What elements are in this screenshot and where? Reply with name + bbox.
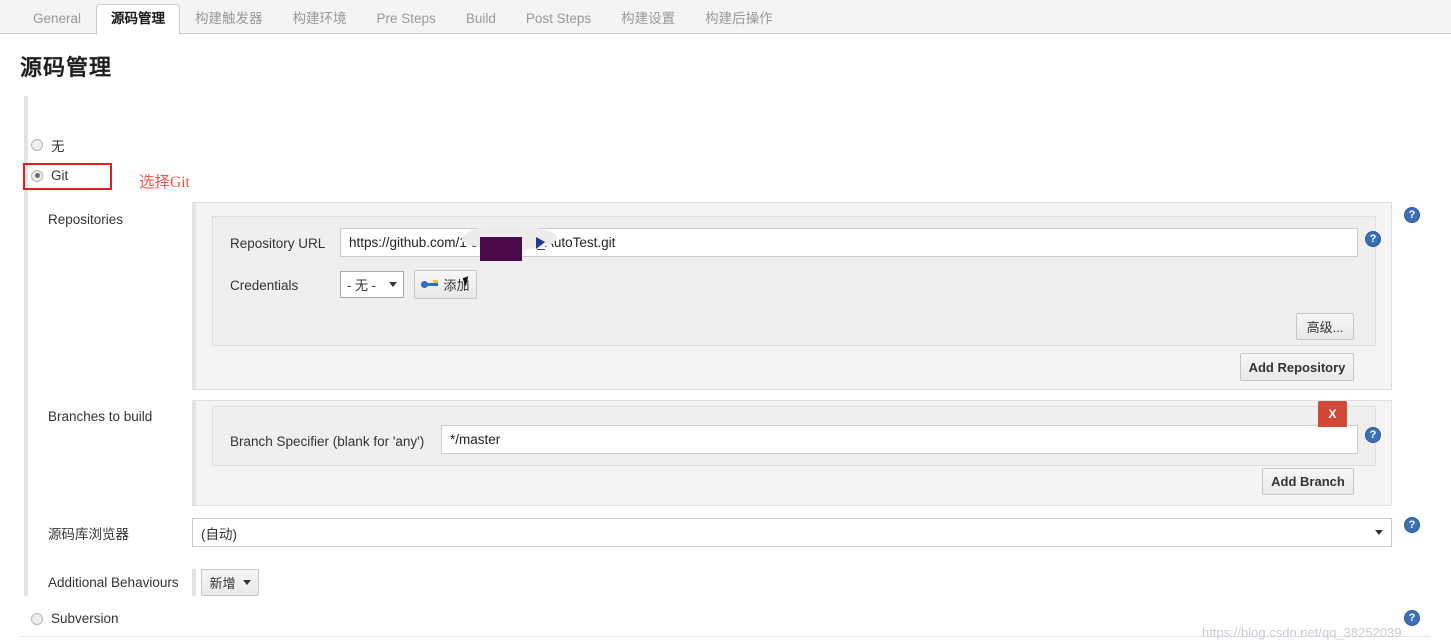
chevron-down-icon — [1375, 530, 1383, 535]
tab-build-environment[interactable]: 构建环境 — [278, 4, 362, 34]
branches-to-build-label: Branches to build — [48, 409, 153, 424]
help-icon-repository-url[interactable]: ? — [1365, 231, 1381, 247]
delete-branch-button[interactable]: X — [1318, 401, 1347, 427]
help-icon-branch-specifier[interactable]: ? — [1365, 427, 1381, 443]
add-behaviour-button[interactable]: 新增 — [201, 569, 259, 596]
add-repository-button[interactable]: Add Repository — [1240, 353, 1354, 381]
redaction-arrow-marker — [536, 237, 545, 249]
credentials-select-value: - 无 - — [347, 278, 376, 293]
repository-url-label: Repository URL — [230, 236, 326, 251]
help-icon-repositories[interactable]: ? — [1404, 207, 1420, 223]
radio-none-icon[interactable] — [31, 139, 43, 151]
scm-option-none[interactable]: 无 — [31, 135, 65, 155]
branch-specifier-input[interactable]: */master — [441, 425, 1358, 454]
git-highlight-box — [23, 163, 112, 190]
annotation-git: 选择Git — [139, 174, 190, 191]
tab-build-triggers[interactable]: 构建触发器 — [180, 4, 278, 34]
repository-browser-value: (自动) — [201, 526, 237, 542]
repository-browser-select[interactable]: (自动) — [192, 518, 1392, 547]
page-content: 源码管理 无 Git Subversion 选择Git 我们拉取代码远程仓库的地… — [0, 34, 1451, 640]
repository-browser-label: 源码库浏览器 — [48, 527, 129, 542]
watermark: https://blog.csdn.net/qq_38252039 — [1202, 625, 1402, 640]
tab-post-steps[interactable]: Post Steps — [511, 4, 606, 34]
tab-build-settings[interactable]: 构建设置 — [606, 4, 690, 34]
credentials-label: Credentials — [230, 278, 299, 293]
redaction-block — [480, 237, 522, 261]
additional-behaviours-label: Additional Behaviours — [48, 575, 179, 590]
repositories-label: Repositories — [48, 212, 124, 227]
tab-post-build-actions[interactable]: 构建后操作 — [690, 4, 788, 34]
page-title: 源码管理 — [20, 55, 113, 80]
key-icon — [421, 280, 439, 289]
add-branch-button[interactable]: Add Branch — [1262, 468, 1354, 495]
tab-bar: General 源码管理 构建触发器 构建环境 Pre Steps Build … — [0, 0, 1451, 35]
radio-subversion-icon[interactable] — [31, 612, 43, 625]
chevron-down-icon — [242, 580, 251, 585]
behaviours-rail — [192, 569, 196, 596]
scm-option-subversion[interactable]: Subversion — [31, 611, 119, 626]
advanced-button[interactable]: 高级... — [1296, 313, 1354, 340]
scm-option-none-label: 无 — [51, 139, 65, 154]
tab-list: General 源码管理 构建触发器 构建环境 Pre Steps Build … — [18, 4, 788, 35]
add-behaviour-button-label: 新增 — [209, 576, 236, 591]
help-icon-repository-browser[interactable]: ? — [1404, 517, 1420, 533]
branch-specifier-label: Branch Specifier (blank for 'any') — [230, 434, 425, 449]
tab-source-code-management[interactable]: 源码管理 — [96, 4, 181, 35]
tab-build[interactable]: Build — [451, 4, 511, 34]
tab-pre-steps[interactable]: Pre Steps — [362, 4, 451, 34]
chevron-down-icon — [389, 282, 397, 287]
help-icon-subversion[interactable]: ? — [1404, 610, 1420, 626]
credentials-select[interactable]: - 无 - — [340, 271, 404, 298]
tab-general[interactable]: General — [18, 4, 96, 34]
scm-option-subversion-label: Subversion — [51, 611, 119, 626]
